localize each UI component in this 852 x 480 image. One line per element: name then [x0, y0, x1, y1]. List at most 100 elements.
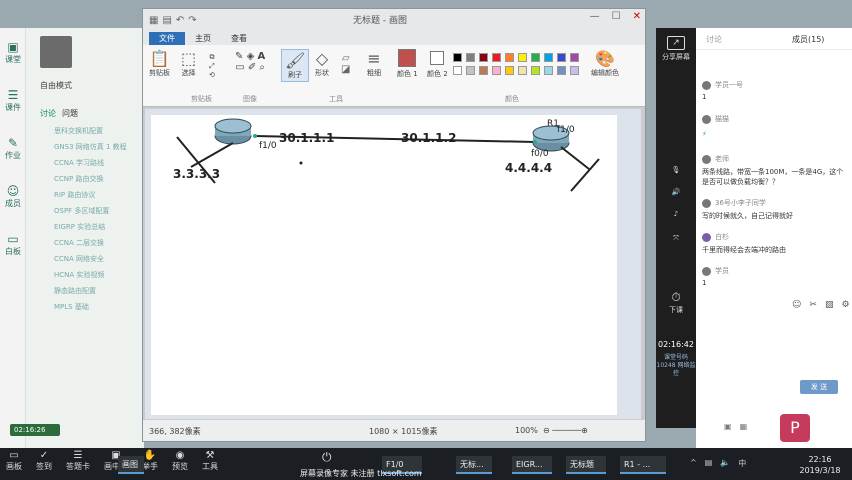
- color-swatch[interactable]: [531, 53, 540, 62]
- taskbar-app[interactable]: 无标...: [456, 456, 492, 474]
- text-icon[interactable]: A: [257, 51, 265, 62]
- color-swatch[interactable]: [544, 66, 553, 75]
- drawing-canvas[interactable]: f1/0 R1 f1/0 f0/0 30.1.1.1 30.1.1.2 3.3.…: [151, 115, 617, 415]
- left-router-icon[interactable]: [214, 118, 252, 145]
- color-swatch[interactable]: [466, 53, 475, 62]
- color1-button[interactable]: 颜色 1: [397, 49, 418, 79]
- tab-file[interactable]: 文件: [149, 32, 185, 45]
- color-swatch[interactable]: [570, 66, 579, 75]
- chevron-up-icon[interactable]: ^: [690, 458, 697, 469]
- list-item[interactable]: MPLS 基础: [54, 302, 140, 312]
- list-item[interactable]: RIP 路由协议: [54, 190, 140, 200]
- resize-icon[interactable]: ⤢: [209, 62, 215, 70]
- paste-button[interactable]: 📋 剪贴板: [149, 49, 170, 78]
- list-item[interactable]: CCNA 二层交换: [54, 238, 140, 248]
- rail-item-member[interactable]: ☺ 成员: [0, 172, 26, 220]
- color-swatch[interactable]: [453, 66, 462, 75]
- color-swatch[interactable]: [453, 53, 462, 62]
- tab-home[interactable]: 主页: [185, 32, 221, 45]
- taskbar-app[interactable]: 无标题: [566, 456, 606, 474]
- grid-icon[interactable]: ▦: [740, 422, 748, 431]
- list-item[interactable]: GNS3 网络仿真 1 教程: [54, 142, 140, 152]
- rail-item-screen[interactable]: ▭ 白板: [0, 220, 26, 268]
- share-screen-button[interactable]: ↗ 分享屏幕: [656, 36, 696, 62]
- taskbar-app[interactable]: R1 - ...: [620, 456, 666, 474]
- color-swatch[interactable]: [492, 66, 501, 75]
- list-item[interactable]: 思科交换机配置: [54, 126, 140, 136]
- menu-item-quiz[interactable]: ☰ 答题卡: [66, 450, 90, 472]
- color-swatch[interactable]: [505, 53, 514, 62]
- color-swatch[interactable]: [557, 53, 566, 62]
- rail-item-classroom[interactable]: ▣ 课堂: [0, 28, 26, 76]
- save-icon[interactable]: ▤: [162, 15, 171, 26]
- tab-view[interactable]: 查看: [221, 32, 257, 45]
- settings-icon[interactable]: ⚙: [841, 300, 849, 310]
- close-icon[interactable]: ✕: [633, 11, 641, 22]
- send-button[interactable]: 发 送: [800, 380, 838, 394]
- system-clock[interactable]: 22:16 2019/3/18: [790, 454, 850, 476]
- ime-icon[interactable]: 中: [738, 458, 746, 469]
- taskbar-app[interactable]: 画图: [118, 456, 144, 474]
- scissors-icon[interactable]: ✂: [809, 300, 817, 310]
- outline-icon[interactable]: ▱: [342, 53, 350, 64]
- list-item[interactable]: HCNA 实验视频: [54, 270, 140, 280]
- tab-questions[interactable]: 问题: [62, 108, 78, 119]
- avatar[interactable]: [40, 36, 72, 68]
- network-icon[interactable]: ▤: [705, 458, 713, 469]
- list-item[interactable]: OSPF 多区域配置: [54, 206, 140, 216]
- color-swatch[interactable]: [570, 53, 579, 62]
- magnifier-icon[interactable]: ⌕: [259, 62, 265, 73]
- camera-icon[interactable]: ▣: [724, 422, 732, 431]
- tab-discussion[interactable]: 讨论: [706, 34, 722, 45]
- end-class-button[interactable]: ⏱ 下课: [656, 290, 696, 315]
- menu-item-raise-hand[interactable]: ✋ 举手: [142, 450, 158, 472]
- menu-item-board[interactable]: ▭ 画板: [6, 450, 22, 472]
- undo-icon[interactable]: ↶: [176, 15, 184, 26]
- color-swatch[interactable]: [479, 66, 488, 75]
- tab-members[interactable]: 成员(15): [792, 34, 824, 45]
- tab-discussion[interactable]: 讨论: [40, 108, 56, 119]
- color-swatch[interactable]: [544, 53, 553, 62]
- select-button[interactable]: ⬚ 选择: [181, 49, 196, 78]
- color-swatch[interactable]: [531, 66, 540, 75]
- crop-icon[interactable]: ⧉: [209, 53, 214, 61]
- music-icon[interactable]: ♪: [656, 210, 696, 218]
- size-button[interactable]: ≡ 粗细: [367, 49, 381, 78]
- paint-app-icon[interactable]: ▦: [149, 15, 158, 26]
- rail-item-courseware[interactable]: ☰ 课件: [0, 76, 26, 124]
- menu-item-preview[interactable]: ◉ 预览: [172, 450, 188, 472]
- color-swatch[interactable]: [518, 66, 527, 75]
- color-swatch[interactable]: [479, 53, 488, 62]
- shape-button[interactable]: ◇ 形状: [315, 49, 329, 78]
- color-swatch[interactable]: [505, 66, 514, 75]
- color-swatch[interactable]: [466, 66, 475, 75]
- emoji-icon[interactable]: ☺: [792, 300, 801, 310]
- mic-icon[interactable]: 🎙: [656, 166, 696, 174]
- color-swatch[interactable]: [518, 53, 527, 62]
- image-icon[interactable]: ▨: [825, 300, 834, 310]
- fill-option-icon[interactable]: ◪: [341, 64, 350, 75]
- eraser-icon[interactable]: ▭: [235, 62, 244, 73]
- menu-item-tools[interactable]: ⚒ 工具: [202, 450, 218, 472]
- picker-icon[interactable]: ✐: [248, 62, 256, 73]
- list-item[interactable]: 静态路由配置: [54, 286, 140, 296]
- redo-icon[interactable]: ↷: [188, 15, 196, 26]
- taskbar-app[interactable]: EIGR...: [512, 456, 552, 474]
- volume-icon[interactable]: 🔈: [720, 458, 730, 469]
- fill-icon[interactable]: ◈: [247, 51, 255, 62]
- rotate-icon[interactable]: ⟲: [209, 71, 215, 79]
- list-item[interactable]: EIGRP 实验总结: [54, 222, 140, 232]
- zoom-slider[interactable]: ⊖ ──────⊕: [543, 426, 588, 435]
- brush-button[interactable]: 🖌 刷子: [281, 49, 310, 82]
- minimize-icon[interactable]: —: [590, 11, 600, 22]
- list-item[interactable]: CCNA 网络安全: [54, 254, 140, 264]
- rail-item-homework[interactable]: ✎ 作业: [0, 124, 26, 172]
- color-swatch[interactable]: [492, 53, 501, 62]
- pencil-icon[interactable]: ✎: [235, 51, 243, 62]
- edit-colors-button[interactable]: 🎨 编辑颜色: [591, 49, 619, 78]
- list-item[interactable]: CCNA 学习路线: [54, 158, 140, 168]
- color-swatch[interactable]: [557, 66, 566, 75]
- color2-button[interactable]: 颜色 2: [427, 49, 448, 79]
- maximize-icon[interactable]: ☐: [612, 11, 621, 22]
- speaker-icon[interactable]: 🔊: [656, 188, 696, 196]
